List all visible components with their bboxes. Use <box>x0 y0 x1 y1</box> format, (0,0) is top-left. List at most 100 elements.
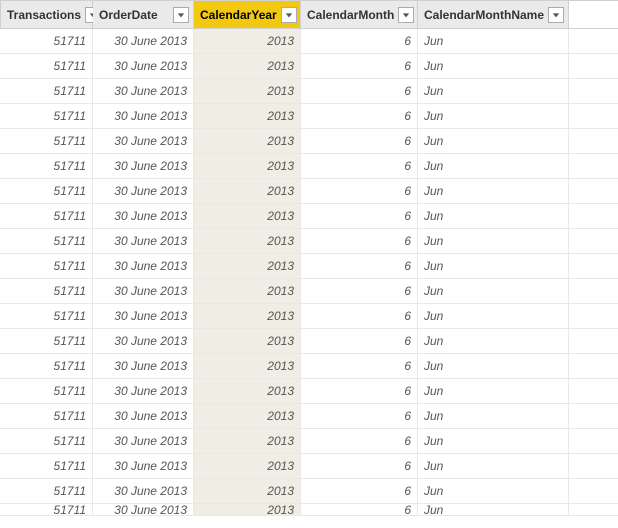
cell-orderdate[interactable]: 30 June 2013 <box>93 204 194 228</box>
column-filter-dropdown-icon[interactable] <box>398 7 414 23</box>
cell-calendarmonth[interactable]: 6 <box>301 429 418 453</box>
cell-calendarmonthname[interactable]: Jun <box>418 479 569 503</box>
cell-transactions[interactable]: 51711 <box>0 379 93 403</box>
table-row[interactable]: 5171130 June 201320136Jun <box>0 279 618 304</box>
cell-calendarmonthname[interactable]: Jun <box>418 379 569 403</box>
cell-calendarmonth[interactable]: 6 <box>301 254 418 278</box>
table-row[interactable]: 5171130 June 201320136Jun <box>0 354 618 379</box>
cell-calendaryear[interactable]: 2013 <box>194 379 301 403</box>
cell-orderdate[interactable]: 30 June 2013 <box>93 54 194 78</box>
cell-calendarmonthname[interactable]: Jun <box>418 154 569 178</box>
cell-calendarmonthname[interactable]: Jun <box>418 179 569 203</box>
table-row[interactable]: 5171130 June 201320136Jun <box>0 129 618 154</box>
table-row[interactable]: 5171130 June 201320136Jun <box>0 229 618 254</box>
cell-calendarmonthname[interactable]: Jun <box>418 304 569 328</box>
column-header-orderdate[interactable]: OrderDate <box>93 1 194 28</box>
cell-orderdate[interactable]: 30 June 2013 <box>93 429 194 453</box>
cell-calendarmonth[interactable]: 6 <box>301 179 418 203</box>
cell-transactions[interactable]: 51711 <box>0 79 93 103</box>
table-row[interactable]: 5171130 June 201320136Jun <box>0 404 618 429</box>
cell-calendarmonthname[interactable]: Jun <box>418 354 569 378</box>
cell-calendarmonthname[interactable]: Jun <box>418 254 569 278</box>
cell-calendarmonth[interactable]: 6 <box>301 304 418 328</box>
cell-calendarmonth[interactable]: 6 <box>301 129 418 153</box>
cell-transactions[interactable]: 51711 <box>0 504 93 515</box>
cell-transactions[interactable]: 51711 <box>0 104 93 128</box>
table-row[interactable]: 5171130 June 201320136Jun <box>0 104 618 129</box>
cell-calendaryear[interactable]: 2013 <box>194 404 301 428</box>
cell-calendaryear[interactable]: 2013 <box>194 54 301 78</box>
cell-orderdate[interactable]: 30 June 2013 <box>93 279 194 303</box>
cell-calendaryear[interactable]: 2013 <box>194 129 301 153</box>
cell-transactions[interactable]: 51711 <box>0 454 93 478</box>
cell-transactions[interactable]: 51711 <box>0 354 93 378</box>
cell-calendarmonth[interactable]: 6 <box>301 454 418 478</box>
cell-calendarmonth[interactable]: 6 <box>301 54 418 78</box>
cell-orderdate[interactable]: 30 June 2013 <box>93 504 194 515</box>
cell-orderdate[interactable]: 30 June 2013 <box>93 254 194 278</box>
table-row[interactable]: 5171130 June 201320136Jun <box>0 479 618 504</box>
cell-transactions[interactable]: 51711 <box>0 279 93 303</box>
cell-transactions[interactable]: 51711 <box>0 29 93 53</box>
cell-orderdate[interactable]: 30 June 2013 <box>93 329 194 353</box>
cell-calendaryear[interactable]: 2013 <box>194 304 301 328</box>
cell-calendaryear[interactable]: 2013 <box>194 429 301 453</box>
cell-calendaryear[interactable]: 2013 <box>194 254 301 278</box>
column-filter-dropdown-icon[interactable] <box>548 7 564 23</box>
cell-calendarmonth[interactable]: 6 <box>301 354 418 378</box>
cell-calendarmonth[interactable]: 6 <box>301 329 418 353</box>
cell-orderdate[interactable]: 30 June 2013 <box>93 479 194 503</box>
column-filter-dropdown-icon[interactable] <box>173 7 189 23</box>
table-row[interactable]: 5171130 June 201320136Jun <box>0 504 618 516</box>
cell-orderdate[interactable]: 30 June 2013 <box>93 304 194 328</box>
table-row[interactable]: 5171130 June 201320136Jun <box>0 429 618 454</box>
cell-transactions[interactable]: 51711 <box>0 229 93 253</box>
cell-transactions[interactable]: 51711 <box>0 129 93 153</box>
cell-calendarmonthname[interactable]: Jun <box>418 454 569 478</box>
cell-calendarmonthname[interactable]: Jun <box>418 29 569 53</box>
cell-calendarmonthname[interactable]: Jun <box>418 404 569 428</box>
cell-orderdate[interactable]: 30 June 2013 <box>93 404 194 428</box>
table-row[interactable]: 5171130 June 201320136Jun <box>0 54 618 79</box>
column-header-calendarmonth[interactable]: CalendarMonth <box>301 1 418 28</box>
cell-calendarmonthname[interactable]: Jun <box>418 279 569 303</box>
cell-transactions[interactable]: 51711 <box>0 329 93 353</box>
cell-calendaryear[interactable]: 2013 <box>194 104 301 128</box>
table-row[interactable]: 5171130 June 201320136Jun <box>0 379 618 404</box>
cell-transactions[interactable]: 51711 <box>0 204 93 228</box>
cell-calendarmonthname[interactable]: Jun <box>418 504 569 515</box>
cell-transactions[interactable]: 51711 <box>0 304 93 328</box>
cell-calendarmonth[interactable]: 6 <box>301 379 418 403</box>
cell-transactions[interactable]: 51711 <box>0 54 93 78</box>
cell-calendarmonth[interactable]: 6 <box>301 479 418 503</box>
cell-transactions[interactable]: 51711 <box>0 479 93 503</box>
cell-transactions[interactable]: 51711 <box>0 154 93 178</box>
cell-calendarmonthname[interactable]: Jun <box>418 204 569 228</box>
cell-calendarmonthname[interactable]: Jun <box>418 429 569 453</box>
cell-calendarmonthname[interactable]: Jun <box>418 329 569 353</box>
cell-calendaryear[interactable]: 2013 <box>194 204 301 228</box>
cell-calendaryear[interactable]: 2013 <box>194 79 301 103</box>
cell-transactions[interactable]: 51711 <box>0 404 93 428</box>
cell-calendarmonthname[interactable]: Jun <box>418 104 569 128</box>
cell-calendarmonth[interactable]: 6 <box>301 404 418 428</box>
table-row[interactable]: 5171130 June 201320136Jun <box>0 29 618 54</box>
cell-orderdate[interactable]: 30 June 2013 <box>93 79 194 103</box>
cell-calendarmonth[interactable]: 6 <box>301 104 418 128</box>
cell-calendaryear[interactable]: 2013 <box>194 329 301 353</box>
cell-calendaryear[interactable]: 2013 <box>194 504 301 515</box>
table-row[interactable]: 5171130 June 201320136Jun <box>0 154 618 179</box>
cell-calendarmonth[interactable]: 6 <box>301 504 418 515</box>
cell-calendaryear[interactable]: 2013 <box>194 279 301 303</box>
cell-orderdate[interactable]: 30 June 2013 <box>93 454 194 478</box>
cell-calendarmonthname[interactable]: Jun <box>418 79 569 103</box>
cell-calendarmonth[interactable]: 6 <box>301 29 418 53</box>
cell-transactions[interactable]: 51711 <box>0 254 93 278</box>
table-row[interactable]: 5171130 June 201320136Jun <box>0 254 618 279</box>
column-header-calendaryear[interactable]: CalendarYear <box>194 1 301 28</box>
cell-calendarmonthname[interactable]: Jun <box>418 54 569 78</box>
cell-orderdate[interactable]: 30 June 2013 <box>93 379 194 403</box>
cell-calendaryear[interactable]: 2013 <box>194 479 301 503</box>
cell-calendarmonthname[interactable]: Jun <box>418 129 569 153</box>
cell-calendaryear[interactable]: 2013 <box>194 229 301 253</box>
